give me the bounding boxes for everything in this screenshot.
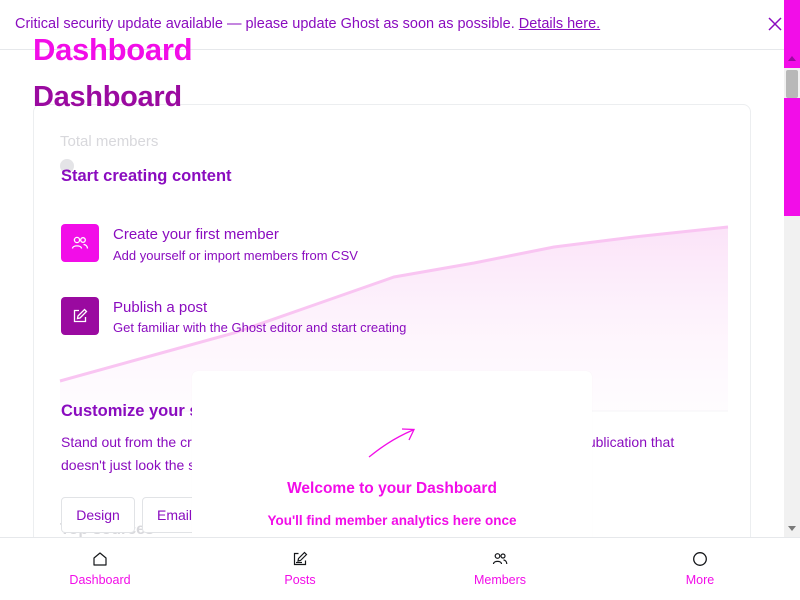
- nav-members-label: Members: [473, 573, 527, 587]
- scrollbar[interactable]: [784, 0, 800, 537]
- create-member-description: Add yourself or import members from CSV: [113, 248, 358, 263]
- create-member-link[interactable]: Create your first member: [113, 226, 279, 243]
- nav-more-label: More: [685, 573, 715, 587]
- nav-more[interactable]: More: [600, 538, 800, 600]
- banner-details-link[interactable]: Details here.: [519, 16, 600, 32]
- nav-dashboard-label: Dashboard: [69, 573, 131, 587]
- more-icon: [693, 552, 707, 566]
- bottom-navigation: Dashboard Posts Members More: [0, 537, 800, 600]
- nav-posts-label: Posts: [284, 573, 316, 587]
- publish-post-description: Get familiar with the Ghost editor and s…: [113, 320, 407, 335]
- publish-post-link[interactable]: Publish a post: [113, 299, 207, 316]
- scrollbar-thumb[interactable]: [786, 70, 798, 98]
- design-button[interactable]: Design: [61, 497, 135, 533]
- page-title: Dashboard: [33, 32, 193, 67]
- members-icon: [71, 236, 89, 249]
- welcome-title: Welcome to your Dashboard: [287, 480, 497, 497]
- home-icon: [93, 552, 107, 566]
- nav-members[interactable]: Members: [400, 538, 600, 600]
- edit-icon: [73, 308, 88, 323]
- page-title-secondary: Dashboard: [33, 81, 182, 113]
- banner-message: Critical security update available — ple…: [15, 16, 600, 32]
- scroll-up-arrow-icon[interactable]: [784, 50, 800, 68]
- banner-message-text: Critical security update available — ple…: [15, 16, 515, 32]
- welcome-subtitle: You'll find member analytics here once: [267, 513, 517, 528]
- welcome-overlay: Welcome to your Dashboard You'll find me…: [192, 371, 592, 551]
- publish-post-icon-tile[interactable]: [61, 297, 99, 335]
- close-icon[interactable]: [766, 15, 784, 33]
- members-icon: [492, 553, 508, 565]
- create-member-icon-tile[interactable]: [61, 224, 99, 262]
- scrollbar-highlight-top: [784, 0, 800, 50]
- arrow-up-right-icon: [368, 428, 416, 458]
- scroll-down-arrow-icon[interactable]: [784, 519, 800, 537]
- nav-dashboard[interactable]: Dashboard: [0, 538, 200, 600]
- nav-posts[interactable]: Posts: [200, 538, 400, 600]
- start-creating-title: Start creating content: [61, 167, 232, 185]
- scrollbar-highlight-track: [784, 98, 800, 216]
- posts-icon: [293, 551, 308, 566]
